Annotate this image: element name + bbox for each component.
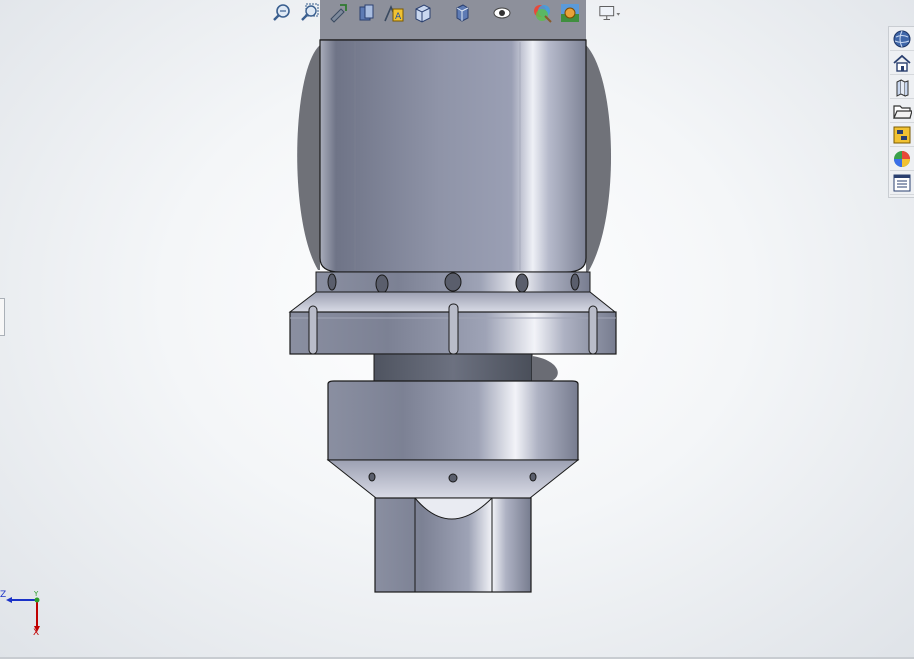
apply-scene-button[interactable] <box>558 1 582 25</box>
view-orientation-icon <box>415 4 431 23</box>
globe-icon <box>893 30 911 48</box>
hide-show-items-button[interactable] <box>490 1 514 25</box>
properties-icon <box>893 174 911 192</box>
library-icon <box>896 79 909 97</box>
axis-x-label: X <box>33 628 40 638</box>
home-tab[interactable] <box>890 52 914 75</box>
custom-properties-tab[interactable] <box>890 172 914 195</box>
zoom-to-fit-button[interactable] <box>270 1 294 25</box>
part-model-view[interactable] <box>0 0 914 659</box>
appearances-scenes-tab[interactable] <box>890 148 914 171</box>
display-style-button[interactable] <box>450 1 474 25</box>
feature-manager-expand-handle[interactable] <box>0 298 5 336</box>
file-explorer-tab[interactable] <box>890 100 914 123</box>
view-palette-tab[interactable] <box>890 124 914 147</box>
folder-icon <box>893 105 912 119</box>
zoom-area-icon <box>301 3 319 21</box>
annotation-view-icon: A <box>384 4 404 22</box>
zoom-to-area-button[interactable] <box>298 1 322 25</box>
previous-view-icon <box>330 4 347 23</box>
reference-triad: Z Y X <box>0 588 50 640</box>
palette-icon <box>893 126 911 144</box>
solidworks-resources-tab[interactable] <box>890 28 914 51</box>
display-style-icon <box>456 4 469 22</box>
view-settings-button[interactable] <box>598 1 622 25</box>
home-icon <box>893 54 911 72</box>
view-orientation-button[interactable] <box>410 1 434 25</box>
section-view-icon <box>359 4 374 21</box>
triad-axes <box>6 597 40 632</box>
apply-scene-icon <box>561 4 579 22</box>
axis-y-label: Y <box>34 590 39 598</box>
heads-up-view-toolbar: A <box>270 0 622 26</box>
color-ball-icon <box>894 151 910 167</box>
design-library-tab[interactable] <box>890 76 914 99</box>
zoom-fit-icon <box>273 4 290 21</box>
edit-appearance-button[interactable] <box>530 1 554 25</box>
edit-appearance-icon <box>534 5 552 23</box>
monitor-icon <box>599 6 621 20</box>
hide-show-icon <box>493 7 511 19</box>
dynamic-annotation-button[interactable]: A <box>382 1 406 25</box>
axis-z-label: Z <box>0 590 7 600</box>
svg-text:A: A <box>395 12 402 22</box>
task-pane-tabs <box>888 26 914 198</box>
section-view-button[interactable] <box>354 1 378 25</box>
graphics-area[interactable]: A Z Y X <box>0 0 914 659</box>
previous-view-button[interactable] <box>326 1 350 25</box>
